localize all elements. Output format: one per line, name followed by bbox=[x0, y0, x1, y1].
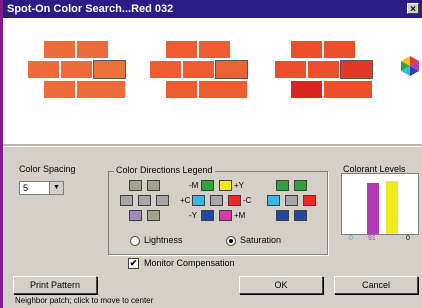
lightness-radio[interactable] bbox=[130, 236, 140, 246]
print-pattern-button[interactable]: Print Pattern bbox=[13, 276, 97, 294]
colorant-tick-label: 91 bbox=[368, 235, 376, 242]
legend-swatch-right-d bbox=[285, 195, 298, 206]
color-swatch[interactable] bbox=[199, 41, 230, 58]
status-text: Neighbor patch; click to move to center bbox=[15, 296, 154, 305]
monitor-compensation-label: Monitor Compensation bbox=[144, 258, 235, 268]
colorant-bar-m bbox=[367, 183, 379, 234]
colorant-bar-y bbox=[386, 180, 398, 234]
legend-swatch-green bbox=[201, 180, 214, 191]
legend-label-m-minus: -M bbox=[189, 181, 199, 190]
color-swatch[interactable] bbox=[44, 41, 75, 58]
color-swatch[interactable] bbox=[94, 81, 125, 98]
legend-title: Color Directions Legend bbox=[114, 165, 215, 175]
legend-swatch-left-e bbox=[156, 195, 169, 206]
window-title: Spot-On Color Search...Red 032 bbox=[7, 3, 174, 15]
ok-button[interactable]: OK bbox=[239, 276, 323, 294]
color-swatch[interactable] bbox=[166, 41, 197, 58]
dialog-window: Spot-On Color Search...Red 032 × Color S… bbox=[3, 0, 422, 308]
saturation-radio[interactable] bbox=[226, 236, 236, 246]
legend-swatch-right-e bbox=[303, 195, 316, 206]
color-swatch[interactable] bbox=[61, 61, 92, 78]
swatch-area bbox=[3, 18, 422, 144]
colorant-levels-chart bbox=[341, 173, 419, 235]
color-swatch[interactable] bbox=[216, 81, 247, 98]
color-spacing-label: Color Spacing bbox=[19, 164, 76, 174]
color-swatch[interactable] bbox=[28, 61, 59, 78]
color-swatch[interactable] bbox=[150, 61, 181, 78]
legend-label-c-plus: +C bbox=[180, 196, 191, 205]
color-swatch[interactable] bbox=[77, 41, 108, 58]
cancel-button[interactable]: Cancel bbox=[334, 276, 418, 294]
legend-label-y-plus: +Y bbox=[234, 181, 245, 190]
color-swatch[interactable] bbox=[275, 61, 306, 78]
color-swatch[interactable] bbox=[183, 61, 214, 78]
legend-swatch-right-b bbox=[294, 180, 307, 191]
color-swatch[interactable] bbox=[308, 61, 339, 78]
legend-label-m-plus: +M bbox=[234, 211, 246, 220]
legend-swatch-left-b bbox=[147, 180, 160, 191]
legend-swatch-left-f bbox=[129, 210, 142, 221]
color-swatch[interactable] bbox=[324, 41, 355, 58]
color-swatch[interactable] bbox=[44, 81, 75, 98]
color-spacing-value: 5 bbox=[23, 183, 29, 193]
monitor-compensation-checkbox[interactable]: ✔ bbox=[128, 258, 139, 269]
lightness-label: Lightness bbox=[144, 235, 183, 245]
legend-swatch-right-g bbox=[294, 210, 307, 221]
color-swatch[interactable] bbox=[166, 81, 197, 98]
colorant-tick-label: 0 bbox=[406, 235, 410, 242]
legend-label-y-minus: -Y bbox=[189, 211, 197, 220]
legend-swatch-left-g bbox=[147, 210, 160, 221]
legend-swatch-blue bbox=[201, 210, 214, 221]
legend-swatch-center bbox=[210, 195, 223, 206]
legend-swatch-red bbox=[228, 195, 241, 206]
legend-swatch-right-f bbox=[276, 210, 289, 221]
legend-label-c-minus: -C bbox=[243, 196, 252, 205]
legend-swatch-left-d bbox=[138, 195, 151, 206]
spot-on-logo-icon bbox=[401, 56, 419, 76]
legend-swatch-right-c bbox=[267, 195, 280, 206]
title-bar: Spot-On Color Search...Red 032 × bbox=[3, 0, 422, 18]
saturation-label: Saturation bbox=[240, 235, 282, 245]
color-swatch[interactable] bbox=[215, 60, 248, 79]
colorant-tick-label: 0 bbox=[349, 235, 353, 242]
section-divider bbox=[3, 144, 422, 147]
legend-swatch-right-a bbox=[276, 180, 289, 191]
legend-swatch-yellow bbox=[219, 180, 232, 191]
color-swatch[interactable] bbox=[93, 60, 126, 79]
color-swatch[interactable] bbox=[291, 81, 322, 98]
close-button[interactable]: × bbox=[407, 3, 419, 15]
color-swatch[interactable] bbox=[340, 60, 373, 79]
legend-swatch-left-c bbox=[120, 195, 133, 206]
legend-swatch-cyan bbox=[192, 195, 205, 206]
color-spacing-select[interactable]: 5 ▼ bbox=[19, 181, 64, 195]
legend-swatch-magenta bbox=[219, 210, 232, 221]
color-swatch[interactable] bbox=[291, 41, 322, 58]
color-swatch[interactable] bbox=[341, 81, 372, 98]
chevron-down-icon[interactable]: ▼ bbox=[49, 182, 63, 194]
legend-swatch-left-a bbox=[129, 180, 142, 191]
